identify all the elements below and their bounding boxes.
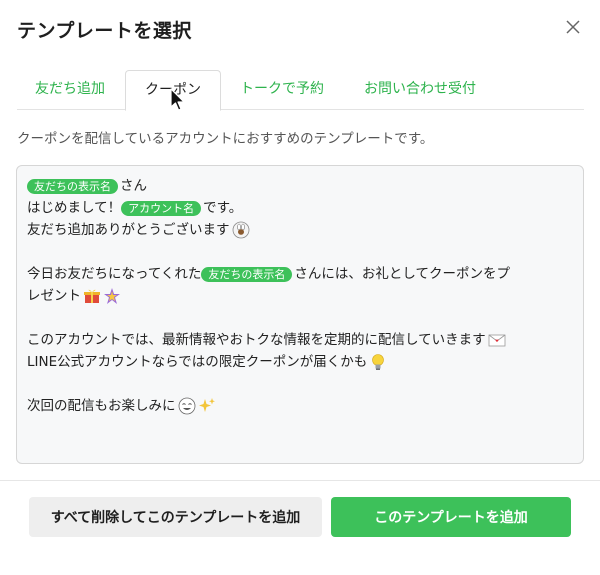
template-select-dialog: テンプレートを選択 友だち追加 クーポン トークで予約 お問い合わせ受付 クーポ…: [0, 0, 600, 575]
account-name-tag: アカウント名: [121, 200, 202, 216]
mouse-cursor-icon: [170, 88, 185, 111]
template-text: LINE公式アカウントならではの限定クーポンが届くかも: [27, 354, 368, 370]
template-text: はじめまして！: [27, 200, 122, 216]
template-line: LINE公式アカウントならではの限定クーポンが届くかも: [27, 351, 573, 373]
replace-with-template-button[interactable]: すべて削除してこのテンプレートを追加: [29, 497, 322, 537]
template-line: 友だち追加ありがとうございます: [27, 219, 573, 241]
add-template-button[interactable]: このテンプレートを追加: [331, 497, 571, 537]
smiling-face-emoji-icon: [178, 397, 195, 415]
lightbulb-emoji-icon: [372, 354, 385, 370]
template-text: さん: [120, 178, 147, 194]
tab-friend-add[interactable]: 友だち追加: [17, 70, 123, 110]
tab-inquiry[interactable]: お問い合わせ受付: [345, 70, 495, 110]
friend-name-tag: 友だちの表示名: [27, 178, 118, 194]
template-text: です。: [203, 200, 243, 216]
template-text: 今日お友だちになってくれた: [27, 266, 202, 282]
gift-emoji-icon: [84, 289, 100, 303]
envelope-emoji-icon: [488, 334, 506, 347]
tab-talk-reservation[interactable]: トークで予約: [223, 70, 341, 110]
sparkle-star-icon: [104, 288, 120, 304]
template-line: 次回の配信もお楽しみに: [27, 395, 573, 417]
template-line: はじめまして！ アカウント名 です。: [27, 197, 573, 219]
template-line: レゼント: [27, 285, 573, 307]
tab-description: クーポンを配信しているアカウントにおすすめのテンプレートです。: [17, 131, 434, 147]
sparkles-emoji-icon: [198, 398, 215, 412]
friend-name-tag: 友だちの表示名: [201, 266, 293, 282]
dialog-title: テンプレートを選択: [17, 20, 192, 42]
template-preview: 友だちの表示名 さん はじめまして！ アカウント名 です。 友だち追加ありがとう…: [16, 165, 584, 464]
template-text: 次回の配信もお楽しみに: [27, 398, 176, 414]
template-text: 友だち追加ありがとうございます: [27, 222, 230, 238]
template-text: このアカウントでは、最新情報やおトクな情報を定期的に配信していきます: [27, 332, 486, 348]
bunny-emoji-icon: [232, 221, 249, 239]
template-tabs: 友だち追加 クーポン トークで予約 お問い合わせ受付: [17, 70, 584, 111]
close-icon: [566, 20, 580, 34]
template-line: 今日お友だちになってくれた 友だちの表示名 さんには、お礼としてクーポンをプ: [27, 263, 573, 285]
template-text: さんには、お礼としてクーポンをプ: [294, 266, 511, 282]
template-text: レゼント: [27, 288, 81, 304]
close-button[interactable]: [562, 16, 584, 38]
template-line: 友だちの表示名 さん: [27, 175, 573, 197]
template-line: このアカウントでは、最新情報やおトクな情報を定期的に配信していきます: [27, 329, 573, 351]
